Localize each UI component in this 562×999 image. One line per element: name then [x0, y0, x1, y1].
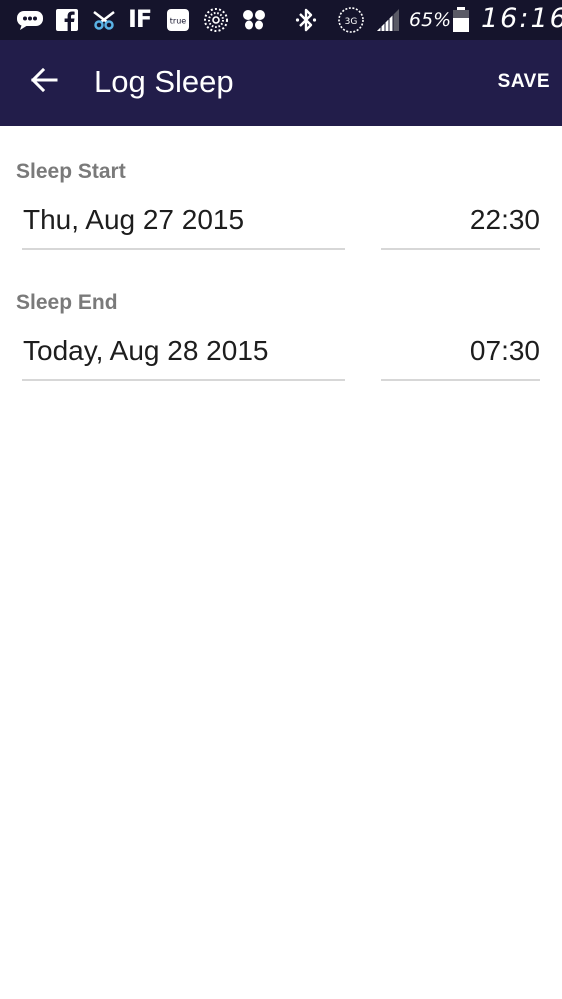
- arrow-left-icon: [30, 67, 58, 98]
- sleep-end-date-value: Today, Aug 28 2015: [23, 335, 269, 366]
- sleep-start-date-field[interactable]: Thu, Aug 27 2015: [22, 198, 345, 250]
- sleep-end-label: Sleep End: [16, 291, 118, 314]
- bluetooth-icon: [294, 8, 318, 32]
- facebook-icon: [55, 8, 79, 32]
- app-bar: Log Sleep SAVE: [0, 40, 562, 126]
- sleep-end-time-field[interactable]: 07:30: [381, 329, 540, 381]
- chat-icon: [15, 8, 45, 32]
- save-button[interactable]: SAVE: [498, 68, 550, 96]
- sleep-start-time-value: 22:30: [469, 204, 540, 235]
- sleep-end-date-field[interactable]: Today, Aug 28 2015: [22, 329, 345, 381]
- sleep-start-time-field[interactable]: 22:30: [381, 198, 540, 250]
- network-3g-icon: 3G: [336, 7, 366, 33]
- signal-icon: [374, 8, 402, 32]
- status-time: 16:16: [481, 3, 562, 34]
- battery-icon: [451, 7, 471, 32]
- butterfly-icon: [241, 8, 267, 32]
- scissors-icon: [90, 8, 118, 32]
- sleep-end-time-value: 07:30: [469, 335, 540, 366]
- svg-text:3G: 3G: [345, 17, 358, 27]
- back-button[interactable]: [22, 60, 66, 104]
- svg-text:true: true: [170, 17, 186, 26]
- sleep-start-label: Sleep Start: [16, 160, 126, 183]
- battery-percentage: 65%: [409, 9, 452, 31]
- sleep-start-date-value: Thu, Aug 27 2015: [23, 204, 245, 235]
- page-title: Log Sleep: [94, 64, 234, 99]
- true-app-icon: true: [166, 8, 190, 32]
- sunburst-icon: [203, 8, 229, 32]
- status-bar: IF true 3G 65% 16:16: [0, 0, 562, 40]
- ifttt-icon: IF: [128, 5, 152, 33]
